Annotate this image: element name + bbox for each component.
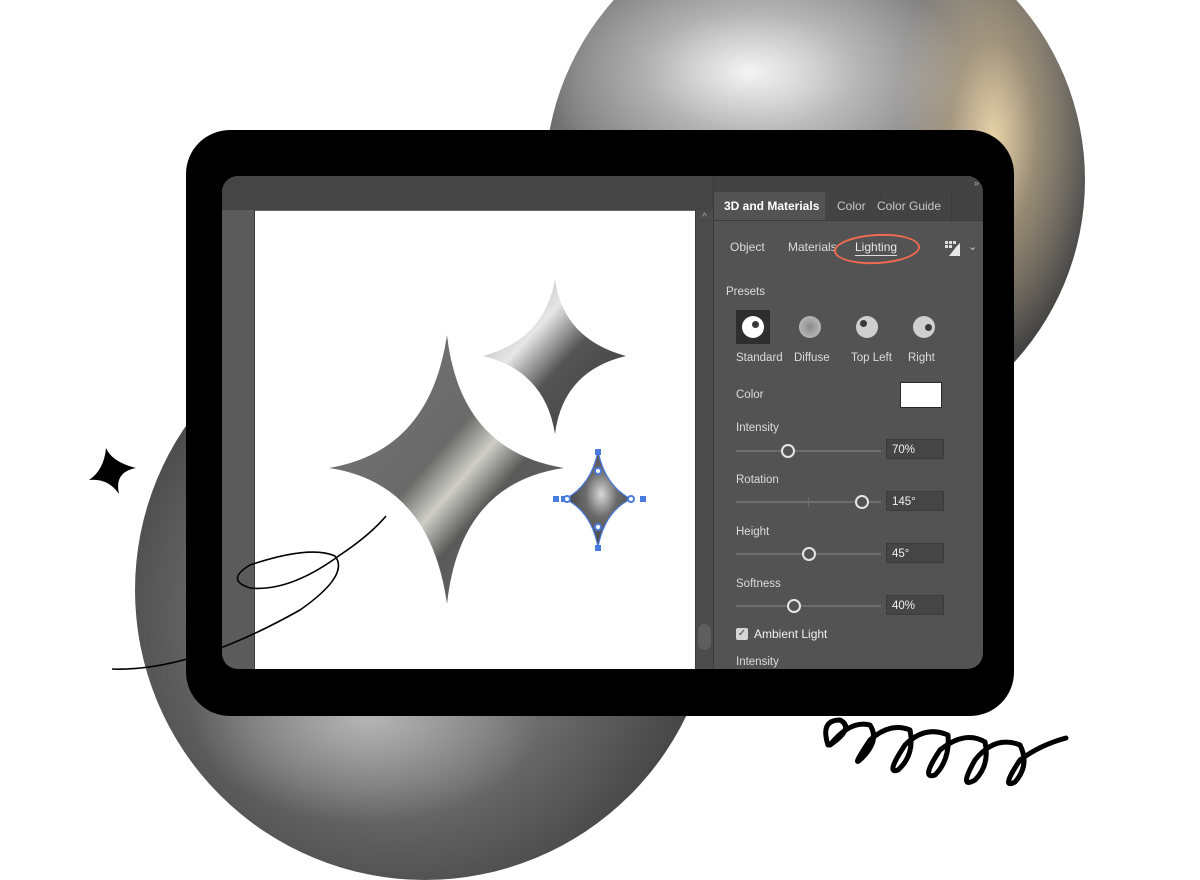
ambient-light-checkbox[interactable]: ✓ [736,628,748,640]
vertical-scrollbar[interactable]: ^ [695,210,713,669]
height-label: Height [736,526,770,538]
small-sparkle-selected[interactable] [563,450,633,548]
preset-top-left[interactable] [850,310,884,344]
preset-right[interactable] [907,310,941,344]
panel-header: » [714,176,983,192]
app-screen: ^ » 3D and Materials Color Color Guide O… [222,176,983,669]
light-ball-icon [913,316,935,338]
spiral-doodle [823,717,1069,787]
presets-title: Presets [726,286,765,298]
four-point-star-doodle [89,448,136,494]
collapse-panel-icon[interactable]: » [974,178,979,188]
softness-slider[interactable] [736,599,881,613]
toolbar-strip [222,210,255,669]
softness-field[interactable]: 40% [886,595,944,615]
medium-sparkle[interactable] [483,279,626,434]
subtab-object[interactable]: Object [730,240,765,254]
preset-label: Standard [736,352,783,364]
height-slider-thumb[interactable] [801,547,816,561]
render-icon[interactable] [945,241,960,256]
scroll-up-icon[interactable]: ^ [699,212,710,223]
preset-standard[interactable] [736,310,770,344]
preset-label: Top Left [851,352,892,364]
color-label: Color [736,389,764,401]
preset-label: Right [908,352,935,364]
rotation-label: Rotation [736,474,779,486]
light-ball-icon [856,316,878,338]
softness-label: Softness [736,578,781,590]
chevron-down-icon[interactable]: ⌄ [968,240,977,253]
properties-panel: » 3D and Materials Color Color Guide Obj… [713,176,983,669]
scroll-thumb[interactable] [698,624,711,650]
tab-color-guide[interactable]: Color Guide [871,192,952,220]
rotation-slider-thumb[interactable] [855,495,870,509]
intensity-field[interactable]: 70% [886,439,944,459]
artwork [329,279,646,604]
rotation-field[interactable]: 145° [886,491,944,511]
preset-label: Diffuse [794,352,830,364]
height-field[interactable]: 45° [886,543,944,563]
light-ball-icon [742,316,764,338]
light-ball-icon [799,316,821,338]
preset-diffuse[interactable] [793,310,827,344]
subtab-materials[interactable]: Materials [788,240,837,254]
softness-slider-thumb[interactable] [787,599,801,613]
panel-tabs: 3D and Materials Color Color Guide [714,192,983,221]
rotation-slider[interactable] [736,495,881,509]
ambient-light-label: Ambient Light [754,627,828,641]
intensity-label: Intensity [736,422,779,434]
light-color-swatch[interactable] [900,382,942,408]
height-slider[interactable] [736,547,881,561]
ambient-intensity-label: Intensity [736,656,779,668]
artboard[interactable] [255,210,695,669]
intensity-slider-thumb[interactable] [781,444,796,458]
tab-3d-and-materials[interactable]: 3D and Materials [714,192,825,220]
document-tab-bar [222,176,712,210]
intensity-slider[interactable] [736,444,881,458]
